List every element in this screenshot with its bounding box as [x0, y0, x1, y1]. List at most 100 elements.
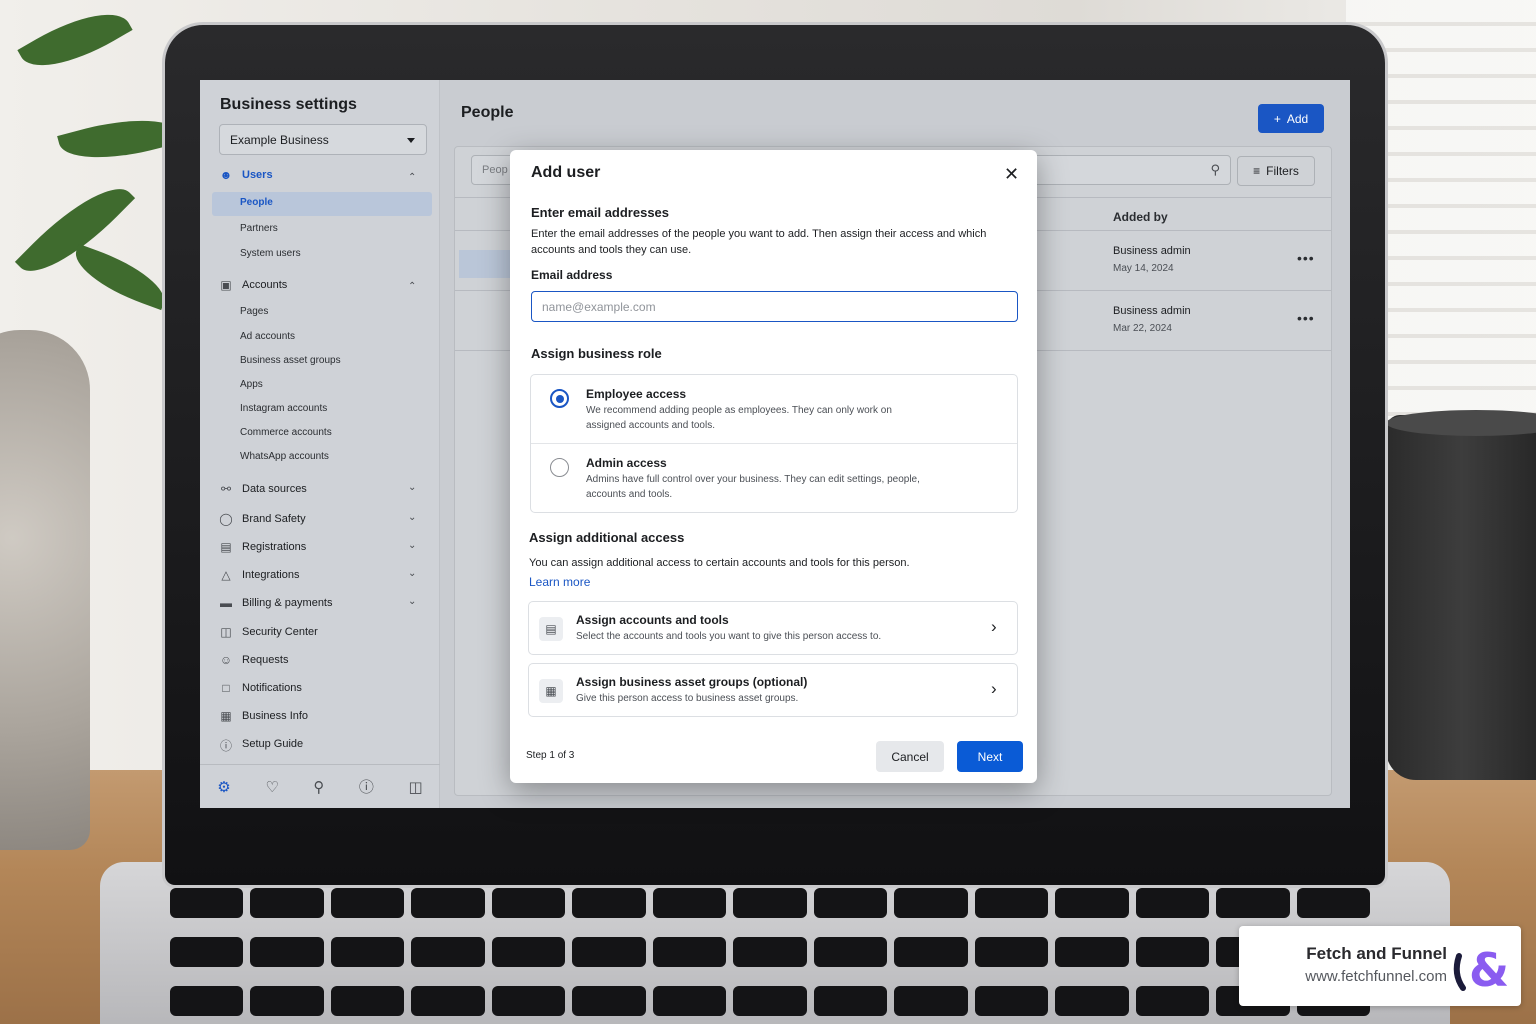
sidebar-item-business-info[interactable]: ▦ Business Info	[218, 709, 308, 723]
learn-more-link[interactable]: Learn more	[529, 575, 590, 589]
chevron-up-icon[interactable]: ⌃	[408, 281, 416, 292]
more-options-icon[interactable]: •••	[1297, 310, 1315, 326]
keyboard-key	[330, 986, 405, 1016]
sidebar-subitem-ad-accounts[interactable]: Ad accounts	[240, 331, 295, 342]
email-label: Email address	[531, 268, 613, 282]
chevron-down-icon[interactable]: ⌄	[408, 512, 416, 523]
sidebar-item-label: Security Center	[242, 626, 318, 638]
chevron-down-icon[interactable]: ⌄	[408, 540, 416, 551]
sidebar-subitem-system-users[interactable]: System users	[240, 248, 301, 259]
business-select[interactable]: Example Business	[219, 124, 427, 155]
keyboard-key	[1135, 937, 1210, 967]
chevron-down-icon[interactable]: ⌄	[408, 596, 416, 607]
add-user-dialog: Add user ✕ Enter email addresses Enter t…	[510, 150, 1037, 783]
keyboard-key	[411, 937, 485, 967]
chevron-right-icon: ›	[991, 617, 997, 636]
sidebar-subitem-partners[interactable]: Partners	[240, 223, 278, 234]
chevron-up-icon[interactable]: ⌃	[408, 172, 416, 183]
keyboard-key	[491, 937, 566, 967]
card-description: Select the accounts and tools you want t…	[576, 631, 882, 642]
keyboard-key	[170, 888, 244, 918]
question-icon: ⓘ	[219, 739, 232, 753]
keyboard-key	[330, 937, 405, 967]
sidebar-item-accounts[interactable]: ▣ Accounts	[218, 278, 287, 292]
panel-icon[interactable]: ◫	[409, 778, 423, 796]
sidebar-item-brand-safety[interactable]: ◯ Brand Safety	[218, 512, 306, 526]
row-added-by: Business admin	[1113, 245, 1191, 257]
add-button[interactable]: + Add	[1258, 104, 1324, 133]
sidebar-subitem-commerce-accounts[interactable]: Commerce accounts	[240, 427, 332, 438]
keyboard-key	[894, 937, 968, 967]
row-date: Mar 22, 2024	[1113, 323, 1172, 334]
sidebar-subitem-apps[interactable]: Apps	[240, 379, 263, 390]
keyboard-key	[411, 986, 485, 1016]
keyboard-key	[1135, 986, 1210, 1016]
radio-selected[interactable]	[550, 389, 569, 408]
sidebar-item-registrations[interactable]: ▤ Registrations	[218, 540, 306, 554]
card-title: Assign business asset groups (optional)	[576, 675, 808, 689]
keyboard-key	[974, 888, 1049, 918]
sidebar-subitem-business-asset-groups[interactable]: Business asset groups	[240, 355, 341, 366]
additional-access-description: You can assign additional access to cert…	[529, 557, 910, 569]
sidebar-item-data-sources[interactable]: ⚯ Data sources	[218, 482, 307, 496]
brand-url: www.fetchfunnel.com	[1305, 968, 1447, 985]
email-field[interactable]	[531, 291, 1018, 322]
keyboard-key	[733, 937, 807, 967]
keyboard-key	[652, 986, 727, 1016]
sidebar-item-integrations[interactable]: △ Integrations	[218, 568, 299, 582]
role-options: Employee access We recommend adding peop…	[530, 374, 1018, 513]
sidebar-item-setup-guide[interactable]: ⓘ Setup Guide	[218, 737, 304, 753]
filters-button[interactable]: ≡ Filters	[1237, 156, 1315, 186]
sidebar-item-security-center[interactable]: ◫ Security Center	[218, 625, 318, 639]
next-button[interactable]: Next	[957, 741, 1023, 772]
role-option-employee[interactable]: Employee access We recommend adding peop…	[531, 375, 1017, 443]
caret-down-icon	[407, 138, 415, 143]
sidebar-item-label: Registrations	[242, 541, 307, 553]
data-sources-icon: ⚯	[220, 482, 232, 496]
role-option-admin[interactable]: Admin access Admins have full control ov…	[531, 443, 1017, 511]
settings-gear-icon[interactable]: ⚙	[217, 778, 230, 796]
sidebar-subitem-whatsapp-accounts[interactable]: WhatsApp accounts	[240, 451, 329, 462]
keyboard-key	[250, 888, 324, 918]
sidebar-item-users[interactable]: ☻ Users	[218, 168, 273, 182]
assign-asset-groups-card[interactable]: ▦ Assign business asset groups (optional…	[528, 663, 1018, 717]
accounts-tools-icon: ▤	[539, 617, 563, 641]
assign-accounts-tools-card[interactable]: ▤ Assign accounts and tools Select the a…	[528, 601, 1018, 655]
close-icon[interactable]: ✕	[1004, 164, 1019, 185]
additional-access-heading: Assign additional access	[529, 530, 685, 545]
keyboard-key	[733, 888, 807, 918]
help-icon[interactable]: ⓘ	[359, 776, 374, 797]
business-select-value: Example Business	[230, 133, 329, 147]
column-added-by: Added by	[1113, 210, 1168, 224]
keyboard-key	[411, 888, 485, 918]
laptop-keyboard	[170, 888, 1370, 1024]
sidebar-item-requests[interactable]: ☺ Requests	[218, 653, 289, 667]
role-name: Admin access	[586, 456, 667, 470]
sidebar-item-billing-payments[interactable]: ▬ Billing & payments	[218, 596, 333, 610]
sidebar-subitem-people[interactable]: People	[240, 197, 273, 208]
radio-unselected[interactable]	[550, 458, 569, 477]
sidebar-item-notifications[interactable]: □ Notifications	[218, 681, 302, 695]
page-title: People	[461, 104, 514, 121]
chevron-down-icon[interactable]: ⌄	[408, 482, 416, 493]
sidebar-subitem-instagram-accounts[interactable]: Instagram accounts	[240, 403, 327, 414]
search-icon[interactable]: ⚲	[313, 778, 324, 796]
sidebar-item-label: Setup Guide	[242, 738, 304, 750]
more-options-icon[interactable]: •••	[1297, 250, 1315, 266]
cancel-button[interactable]: Cancel	[876, 741, 944, 772]
building-icon: ▦	[220, 709, 232, 723]
briefcase-icon: ▣	[220, 278, 232, 292]
keyboard-key	[1135, 888, 1210, 918]
plant-pot	[0, 330, 90, 850]
keyboard-key	[733, 986, 807, 1016]
sidebar-subitem-pages[interactable]: Pages	[240, 306, 268, 317]
sidebar-item-label: Brand Safety	[242, 513, 306, 525]
sidebar-item-label: Integrations	[242, 569, 300, 581]
dialog-title: Add user	[531, 164, 601, 181]
bell-icon[interactable]: ♡	[265, 778, 278, 796]
card-title: Assign accounts and tools	[576, 613, 729, 627]
keyboard-key	[1055, 888, 1129, 918]
keyboard-key	[652, 888, 727, 918]
chevron-down-icon[interactable]: ⌄	[408, 568, 416, 579]
person-request-icon: ☺	[219, 653, 233, 667]
